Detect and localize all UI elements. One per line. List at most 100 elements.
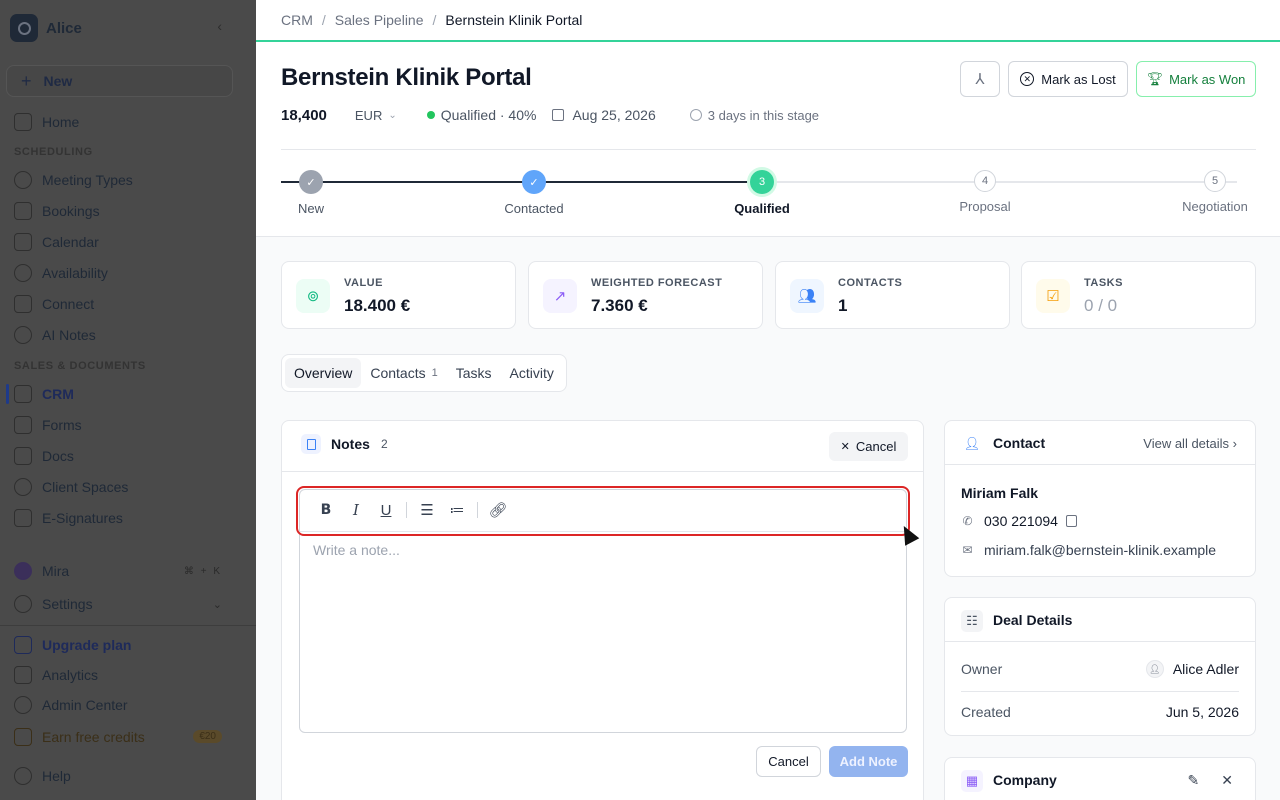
chevron-down-icon[interactable]: ⌄ (388, 110, 396, 121)
toolbar-highlight (296, 486, 910, 536)
sidebar-item-home[interactable]: Home (14, 110, 79, 134)
stage-qualified[interactable]: 3 Qualified (712, 170, 812, 216)
sidebar-item-label: Bookings (42, 203, 100, 219)
sidebar: Alice ‹ + New Home SCHEDULING Meeting Ty… (0, 0, 256, 800)
notes-cancel-button[interactable]: ✕ Cancel (829, 432, 908, 461)
collapse-sidebar-icon[interactable]: ‹ (217, 18, 222, 34)
mark-as-lost-button[interactable]: ✕ Mark as Lost (1008, 61, 1128, 97)
breadcrumb-crm[interactable]: CRM (281, 12, 313, 28)
sidebar-section-scheduling: SCHEDULING (14, 146, 93, 158)
sidebar-item-forms[interactable]: Forms (14, 413, 82, 437)
view-all-details-link[interactable]: View all details › (1143, 436, 1237, 451)
header-divider (281, 149, 1256, 150)
close-date[interactable]: Aug 25, 2026 (572, 107, 655, 123)
sidebar-item-upgrade[interactable]: Upgrade plan (14, 633, 131, 657)
sidebar-item-meeting-types[interactable]: Meeting Types (14, 168, 133, 192)
stage-contacted[interactable]: ✓ Contacted (484, 170, 584, 216)
home-icon (14, 113, 32, 131)
tab-overview[interactable]: Overview (285, 358, 362, 388)
close-icon[interactable]: ✕ (1221, 772, 1233, 789)
microphone-icon (14, 326, 32, 344)
sidebar-item-label: Mira (42, 563, 70, 579)
shortcut-hint: ⌘ + K (183, 566, 222, 577)
currency-select[interactable]: EUR (355, 108, 382, 123)
merge-button[interactable]: ⅄ (960, 61, 1000, 97)
deal-details-card: ☷ Deal Details Owner 👤︎ Alice Adler Crea… (944, 597, 1256, 736)
sidebar-item-label: Analytics (42, 667, 99, 683)
help-icon (14, 767, 32, 785)
mark-as-won-label: Mark as Won (1169, 71, 1246, 87)
contact-email-value: miriam.falk@bernstein-klinik.example (984, 542, 1217, 558)
note-input-placeholder[interactable]: Write a note... (313, 542, 400, 558)
sidebar-item-ai-notes[interactable]: AI Notes (14, 323, 96, 347)
sidebar-item-label: CRM (42, 386, 74, 402)
mira-icon (14, 562, 32, 580)
org-name: Alice (46, 19, 82, 37)
notes-card: Notes 2 ✕ Cancel B I U ☰ ≔ 🔗︎ Write a no… (281, 420, 924, 800)
deal-tabs: Overview Contacts 1 Tasks Activity (281, 354, 567, 392)
sidebar-item-bookings[interactable]: Bookings (14, 199, 100, 223)
sidebar-item-mira[interactable]: Mira (14, 559, 69, 583)
contact-name[interactable]: Miriam Falk (961, 485, 1038, 501)
sidebar-item-connect[interactable]: Connect (14, 292, 94, 316)
new-button-label: New (43, 73, 73, 89)
copy-icon[interactable] (1065, 515, 1077, 527)
add-note-button[interactable]: Add Note (829, 746, 908, 777)
tab-activity[interactable]: Activity (501, 358, 563, 388)
deal-amount[interactable]: 18,400 (281, 107, 327, 124)
sidebar-item-label: Earn free credits (42, 729, 145, 745)
close-icon: ✕ (840, 441, 850, 453)
contact-phone[interactable]: ✆ 030 221094 (961, 513, 1077, 529)
merge-icon: ⅄ (975, 71, 985, 88)
org-switcher[interactable]: Alice ‹ (10, 14, 246, 42)
mark-as-won-button[interactable]: 🏆︎ Mark as Won (1136, 61, 1256, 97)
deal-details-title: Deal Details (993, 612, 1073, 628)
sidebar-item-analytics[interactable]: Analytics (14, 663, 98, 687)
sidebar-item-client-spaces[interactable]: Client Spaces (14, 475, 128, 499)
created-label: Created (961, 704, 1011, 720)
days-in-stage: 3 days in this stage (707, 107, 820, 123)
sidebar-item-help[interactable]: Help (14, 764, 71, 788)
stat-value: 0 / 0 (1084, 296, 1117, 316)
sidebar-item-docs[interactable]: Docs (14, 444, 74, 468)
clock-icon (689, 109, 702, 121)
breadcrumb-sales-pipeline[interactable]: Sales Pipeline (335, 12, 424, 28)
edit-icon[interactable]: ✎ (1188, 772, 1200, 789)
users-icon: 👥︎ (790, 279, 824, 313)
stage-number: 5 (1204, 170, 1226, 192)
stat-label: VALUE (344, 277, 383, 289)
stage-label: Qualified (734, 201, 790, 216)
stage-negotiation[interactable]: 5 Negotiation (1165, 170, 1265, 214)
sidebar-item-calendar[interactable]: Calendar (14, 230, 99, 254)
contact-card: 👤︎ Contact View all details › Miriam Fal… (944, 420, 1256, 577)
tab-label: Overview (294, 365, 353, 381)
stage-label: Negotiation (1182, 199, 1248, 214)
contact-email[interactable]: ✉ miriam.falk@bernstein-klinik.example (961, 542, 1216, 558)
tab-tasks[interactable]: Tasks (447, 358, 501, 388)
owner-value[interactable]: 👤︎ Alice Adler (1145, 660, 1239, 678)
stage-new[interactable]: ✓ New (261, 170, 361, 216)
stage-proposal[interactable]: 4 Proposal (935, 170, 1035, 214)
trending-up-icon: ↗ (543, 279, 577, 313)
tasks-total: 0 (1107, 296, 1118, 315)
sidebar-item-settings[interactable]: Settings (14, 592, 93, 616)
sidebar-item-earn-credits[interactable]: Earn free credits (14, 725, 145, 749)
new-button[interactable]: + New (6, 65, 233, 97)
sidebar-item-crm[interactable]: CRM (14, 382, 74, 406)
credits-badge: €20 (193, 730, 222, 743)
contact-card-header: 👤︎ Contact View all details › (945, 421, 1255, 465)
sidebar-item-e-signatures[interactable]: E-Signatures (14, 506, 123, 530)
stage-status-dot (426, 111, 435, 119)
gift-icon (14, 728, 32, 746)
sidebar-item-availability[interactable]: Availability (14, 261, 108, 285)
owner-label: Owner (961, 661, 1003, 677)
stat-card-contacts: 👥︎ CONTACTS 1 (775, 261, 1010, 329)
tab-contacts[interactable]: Contacts 1 (361, 358, 446, 388)
view-all-label: View all details (1143, 436, 1230, 451)
owner-name: Alice Adler (1172, 661, 1239, 677)
breadcrumb-separator: / (432, 12, 437, 28)
cancel-button[interactable]: Cancel (756, 746, 821, 777)
chevron-down-icon[interactable]: ⌄ (213, 598, 222, 611)
sidebar-item-admin-center[interactable]: Admin Center (14, 693, 128, 717)
pen-icon (14, 509, 32, 527)
